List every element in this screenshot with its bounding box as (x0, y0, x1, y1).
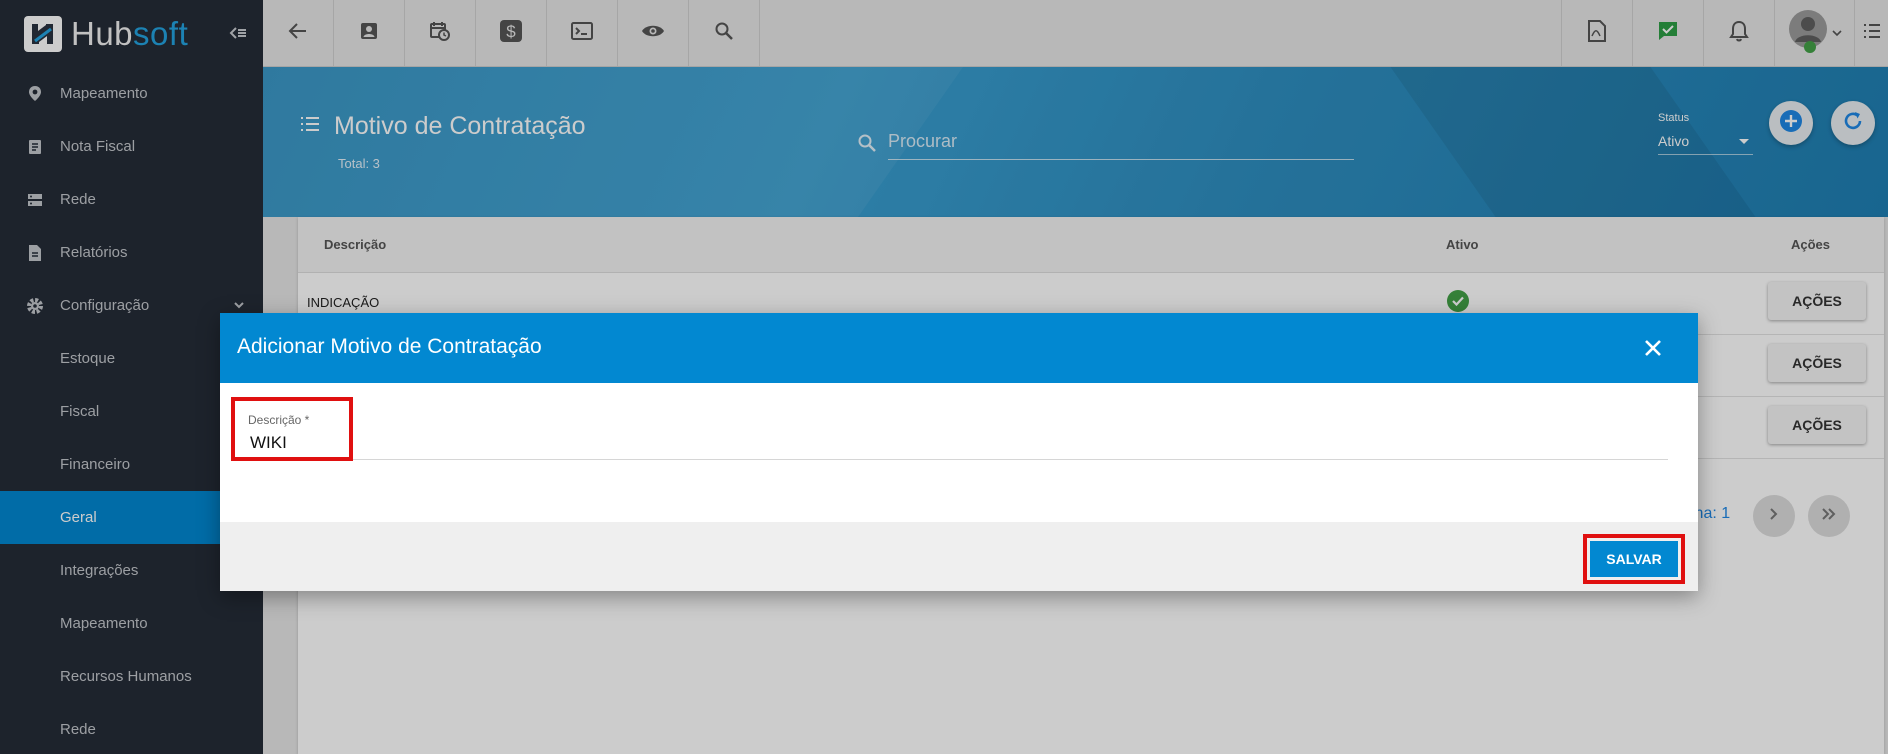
modal-title: Adicionar Motivo de Contratação (237, 335, 542, 358)
modal-body: Descrição * (220, 383, 1698, 522)
field-underline (248, 459, 1668, 460)
save-button[interactable]: SALVAR (1590, 541, 1678, 577)
descricao-field: Descrição * (248, 413, 1690, 460)
modal-footer: SALVAR (220, 522, 1698, 591)
add-modal: Adicionar Motivo de Contratação Descriçã… (220, 313, 1698, 591)
descricao-input[interactable] (250, 429, 1650, 457)
modal-header: Adicionar Motivo de Contratação (220, 313, 1698, 383)
close-icon[interactable] (1638, 333, 1668, 363)
highlight-box (231, 397, 353, 461)
